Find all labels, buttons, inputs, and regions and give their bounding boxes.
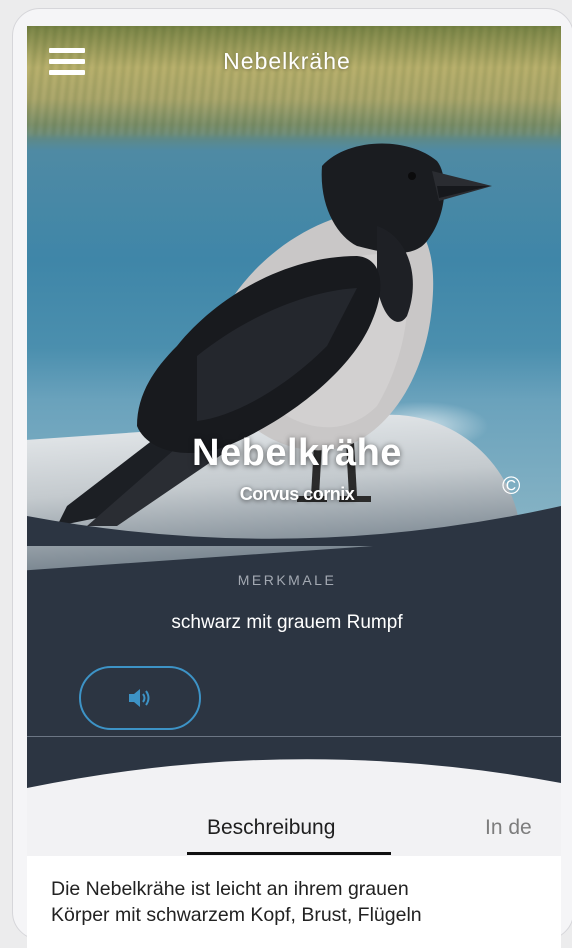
tab-in-der-naehe[interactable]: In de [485, 816, 532, 840]
description-text: Die Nebelkrähe ist leicht an ihrem graue… [51, 876, 541, 928]
description-line-1: Die Nebelkrähe ist leicht an ihrem graue… [51, 878, 409, 900]
speaker-icon [129, 689, 150, 707]
bird-common-name: Nebelkrähe [192, 432, 402, 474]
copyright-icon[interactable]: © [502, 472, 520, 501]
active-tab-indicator [187, 852, 391, 855]
features-heading: MERKMALE [237, 572, 337, 588]
app-screen: Nebelkrähe Nebelkrähe Corvus cornix © ME… [27, 26, 561, 948]
tab-beschreibung[interactable]: Beschreibung [207, 816, 335, 840]
bottom-sheet-curve [27, 759, 561, 858]
description-line-2: Körper mit schwarzem Kopf, Brust, Flügel… [51, 904, 422, 926]
description-panel: Die Nebelkrähe ist leicht an ihrem graue… [27, 856, 561, 948]
bird-scientific-name: Corvus cornix [239, 484, 355, 504]
features-text: schwarz mit grauem Rumpf [171, 612, 403, 633]
section-divider [27, 736, 561, 737]
play-sound-button[interactable] [79, 666, 201, 730]
app-bar-title: Nebelkrähe [223, 48, 351, 74]
